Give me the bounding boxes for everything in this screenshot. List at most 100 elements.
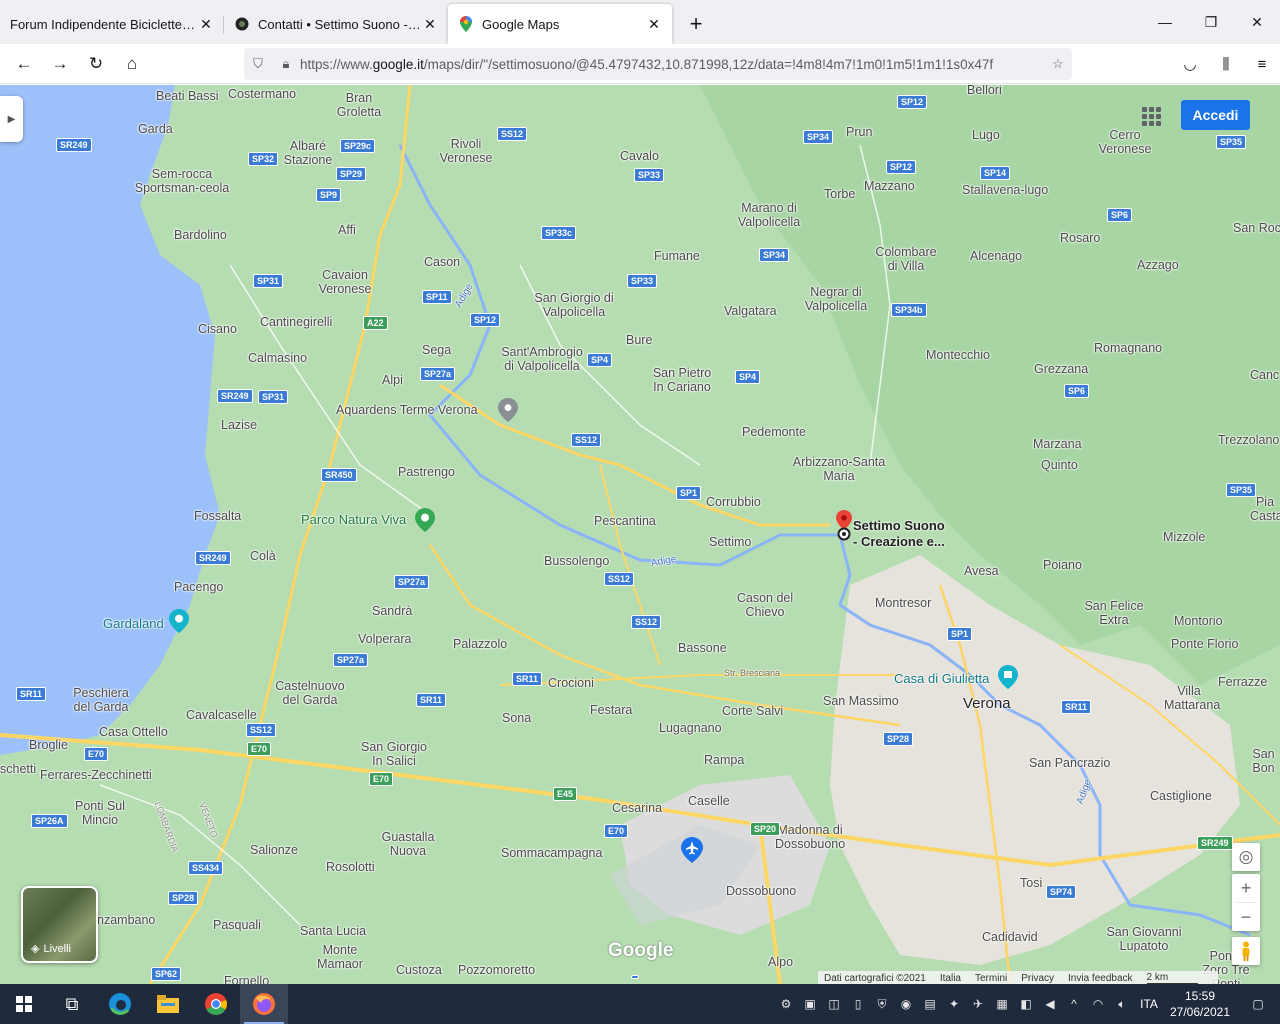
home-icon[interactable]: ⌂ bbox=[114, 48, 150, 80]
layers-button[interactable]: ◈ Livelli bbox=[21, 886, 98, 963]
tray-app-icon[interactable]: ▣ bbox=[798, 984, 822, 1024]
sign-in-button[interactable]: Accedi bbox=[1181, 100, 1250, 130]
bookmark-star-icon[interactable]: ☆ bbox=[1044, 56, 1072, 72]
place-label[interactable]: Ferrares-Zecchinetti bbox=[40, 768, 152, 782]
place-label[interactable]: Sandrà bbox=[372, 604, 412, 618]
place-label[interactable]: Valgatara bbox=[724, 304, 777, 318]
place-label[interactable]: Peschiera del Garda bbox=[66, 686, 136, 714]
tray-app-icon[interactable]: ✦ bbox=[942, 984, 966, 1024]
place-label[interactable]: San Pietro In Cariano bbox=[650, 366, 714, 394]
place-label[interactable]: Palazzolo bbox=[453, 637, 507, 651]
place-label[interactable]: San Giorgio di Valpolicella bbox=[532, 291, 616, 319]
shield-icon[interactable]: ⛉ bbox=[244, 56, 272, 72]
terms-link[interactable]: Termini bbox=[975, 973, 1007, 984]
place-label[interactable]: San Giorgio In Salici bbox=[360, 740, 428, 768]
place-label[interactable]: Corrubbio bbox=[706, 495, 761, 509]
close-window-icon[interactable]: ✕ bbox=[1234, 0, 1280, 44]
tray-app-icon[interactable]: ✈ bbox=[966, 984, 990, 1024]
place-label[interactable]: Grezzana bbox=[1034, 362, 1088, 376]
poi-label[interactable]: Parco Natura Viva bbox=[301, 513, 406, 527]
place-label[interactable]: Madonna di Dossobuono bbox=[775, 823, 845, 851]
place-label[interactable]: Rivoli Veronese bbox=[436, 137, 496, 165]
scale-bar[interactable]: 2 km bbox=[1146, 972, 1199, 984]
place-label[interactable]: Lazise bbox=[221, 418, 257, 432]
volume-icon[interactable]: 🔈︎ bbox=[1110, 984, 1134, 1024]
back-arrow-icon[interactable]: ← bbox=[6, 48, 42, 80]
place-label[interactable]: Sega bbox=[422, 343, 451, 357]
place-label[interactable]: Torbe bbox=[824, 187, 855, 201]
place-label[interactable]: Rosolotti bbox=[326, 860, 375, 874]
place-label[interactable]: Bran Groletta bbox=[334, 91, 384, 119]
address-bar[interactable]: ⛉ 🔒︎ https://www.google.it/maps/dir/''/s… bbox=[244, 48, 1072, 80]
privacy-link[interactable]: Privacy bbox=[1021, 973, 1054, 984]
place-label[interactable]: Villa Mattarana bbox=[1164, 684, 1220, 712]
place-label[interactable]: Sommacampagna bbox=[501, 846, 602, 860]
place-label[interactable]: San Roc bbox=[1233, 221, 1280, 235]
restore-icon[interactable]: ❐ bbox=[1188, 0, 1234, 44]
place-label[interactable]: San Pancrazio bbox=[1029, 756, 1110, 770]
place-label[interactable]: Settimo bbox=[709, 535, 751, 549]
place-label[interactable]: Sona bbox=[502, 711, 531, 725]
place-label[interactable]: Castelnuovo del Garda bbox=[270, 679, 350, 707]
place-label[interactable]: Lugagnano bbox=[659, 721, 722, 735]
notifications-icon[interactable]: ▢ bbox=[1236, 984, 1280, 1024]
tray-app-icon[interactable]: ◉ bbox=[894, 984, 918, 1024]
place-label[interactable]: Alcenago bbox=[970, 249, 1022, 263]
forward-arrow-icon[interactable]: → bbox=[42, 48, 78, 80]
place-label[interactable]: Lugo bbox=[972, 128, 1000, 142]
close-tab-icon[interactable]: ✕ bbox=[646, 16, 662, 32]
place-label[interactable]: Cisano bbox=[198, 322, 237, 336]
poi-label[interactable]: Casa di Giulietta bbox=[894, 672, 989, 686]
speaker-muted-icon[interactable]: ◀ bbox=[1038, 984, 1062, 1024]
place-label[interactable]: Rosaro bbox=[1060, 231, 1100, 245]
zoom-in-button[interactable]: + bbox=[1232, 874, 1260, 902]
task-view-icon[interactable]: ⧉ bbox=[48, 984, 96, 1024]
close-tab-icon[interactable]: ✕ bbox=[422, 16, 438, 32]
place-label[interactable]: Casa Ottello bbox=[99, 725, 168, 739]
place-label[interactable]: Canc bbox=[1250, 368, 1279, 382]
firefox-browser-icon[interactable] bbox=[240, 984, 288, 1024]
place-label[interactable]: Bellori bbox=[967, 85, 1002, 97]
zoom-out-button[interactable]: − bbox=[1232, 903, 1260, 931]
file-explorer-icon[interactable] bbox=[144, 984, 192, 1024]
place-label[interactable]: Pastrengo bbox=[398, 465, 455, 479]
place-label[interactable]: Montresor bbox=[875, 596, 931, 610]
place-label[interactable]: Salionze bbox=[250, 843, 298, 857]
place-label[interactable]: Sem-rocca Sportsman-ceola bbox=[128, 167, 236, 195]
place-label[interactable]: Cantinegirelli bbox=[260, 315, 332, 329]
place-label[interactable]: Garda bbox=[138, 122, 173, 136]
place-label[interactable]: Costermano bbox=[228, 87, 296, 101]
place-label[interactable]: Cason bbox=[424, 255, 460, 269]
place-label[interactable]: Marzana bbox=[1033, 437, 1082, 451]
place-label[interactable]: Romagnano bbox=[1094, 341, 1162, 355]
place-label[interactable]: Quinto bbox=[1041, 458, 1078, 472]
place-label[interactable]: Cadidavid bbox=[982, 930, 1038, 944]
place-label[interactable]: Alpi bbox=[382, 373, 403, 387]
place-label[interactable]: Albaré Stazione bbox=[278, 139, 338, 167]
place-label[interactable]: Cavalo bbox=[620, 149, 659, 163]
close-tab-icon[interactable]: ✕ bbox=[198, 16, 214, 32]
input-language-indicator[interactable]: ITA bbox=[1134, 997, 1164, 1011]
expand-side-panel-button[interactable]: ▶ bbox=[0, 96, 23, 142]
place-label[interactable]: Azzago bbox=[1137, 258, 1179, 272]
airport-icon[interactable] bbox=[681, 837, 703, 863]
tab-google-maps[interactable]: Google Maps ✕ bbox=[448, 4, 672, 44]
place-label[interactable]: Custoza bbox=[396, 963, 442, 977]
place-label[interactable]: Mizzole bbox=[1163, 530, 1205, 544]
place-label[interactable]: Mazzano bbox=[864, 179, 915, 193]
place-label[interactable]: Guastalla Nuova bbox=[380, 830, 436, 858]
place-label[interactable]: Aquardens Terme Verona bbox=[336, 403, 478, 417]
place-label[interactable]: Volperara bbox=[358, 632, 412, 646]
place-label[interactable]: Cesarina bbox=[612, 801, 662, 815]
place-label[interactable]: Pescantina bbox=[594, 514, 656, 528]
my-location-icon[interactable]: ◎ bbox=[1232, 843, 1260, 871]
place-label[interactable]: Bassone bbox=[678, 641, 727, 655]
place-label[interactable]: Cavalcaselle bbox=[186, 708, 257, 722]
tab-settimo-suono[interactable]: Contatti • Settimo Suono - Acti ✕ bbox=[224, 4, 448, 44]
place-label[interactable]: Cerro Veronese bbox=[1095, 128, 1155, 156]
place-label[interactable]: Montorio bbox=[1174, 614, 1223, 628]
show-hidden-icons-icon[interactable]: ^ bbox=[1062, 984, 1086, 1024]
place-label[interactable]: Corte Salvi bbox=[722, 704, 783, 718]
place-label[interactable]: Sant'Ambrogio di Valpolicella bbox=[496, 345, 588, 373]
amusement-park-marker-icon[interactable] bbox=[169, 609, 189, 633]
